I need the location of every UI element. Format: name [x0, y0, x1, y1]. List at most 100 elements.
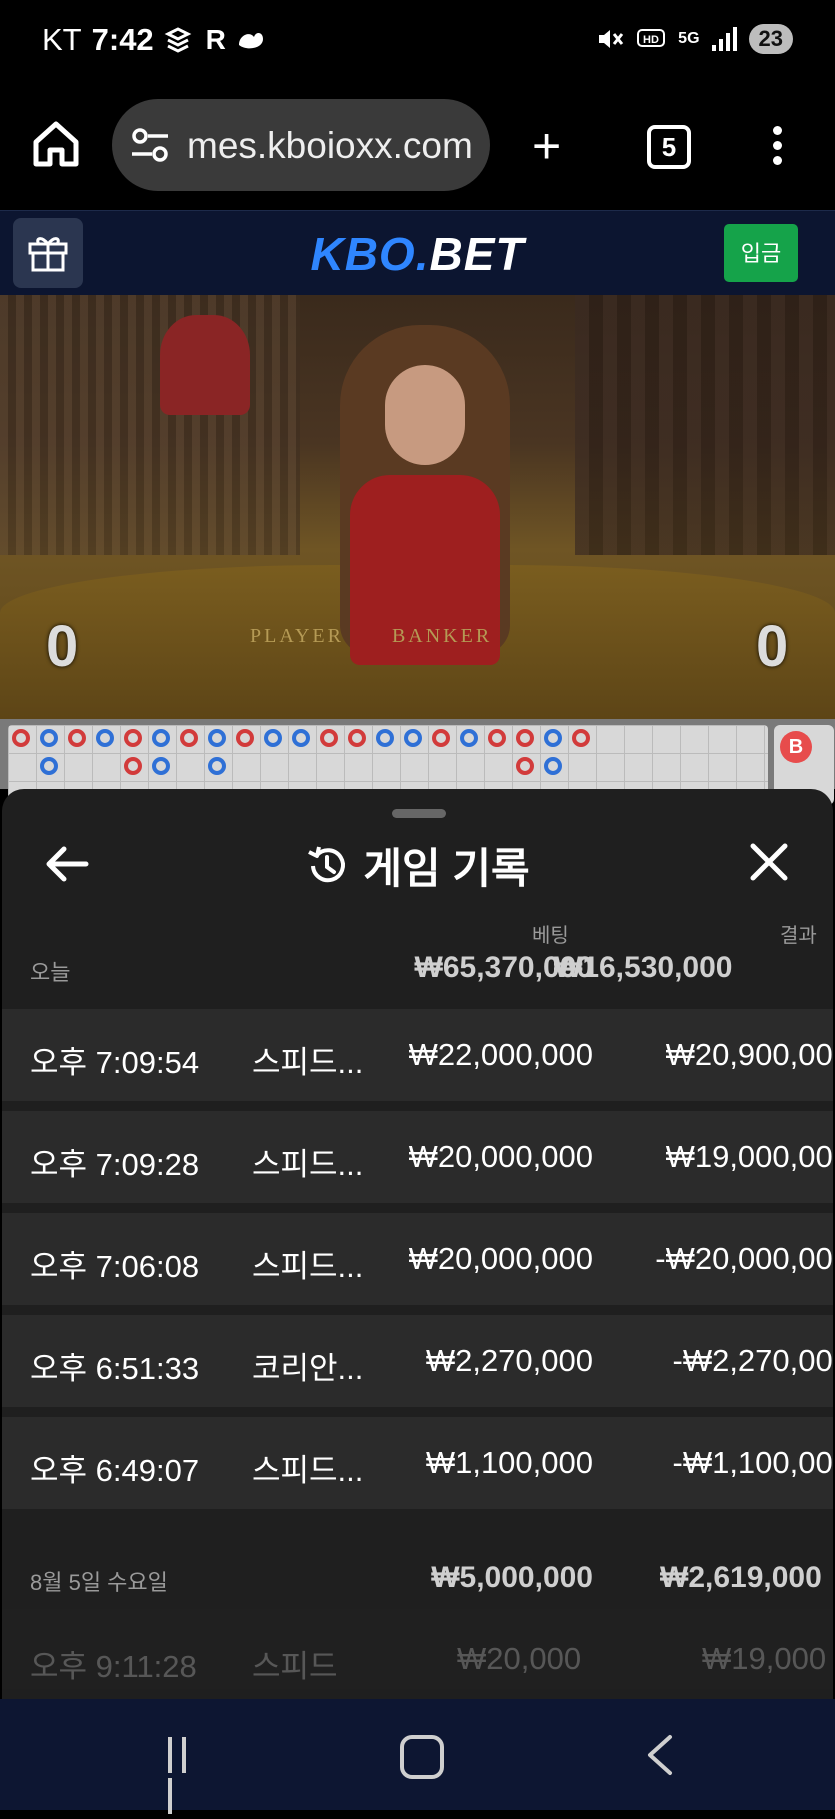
bead — [208, 757, 226, 775]
background-decor — [0, 295, 300, 555]
row-time: 오후 6:49:07 — [30, 1453, 200, 1488]
bead — [124, 729, 142, 747]
row-result: ₩20,900,000 — [665, 1037, 833, 1072]
bead — [208, 729, 226, 747]
row-game: 스피드 — [252, 1649, 338, 1684]
banker-chip: B — [780, 731, 812, 763]
bead — [572, 729, 590, 747]
bead — [124, 757, 142, 775]
row-game: 스피드... — [252, 1147, 364, 1182]
bead — [68, 729, 86, 747]
clock: 7:42 — [91, 22, 154, 57]
player-score: 0 — [46, 614, 79, 679]
sheet-header: 게임 기록 — [2, 835, 833, 896]
row-time: 오후 7:09:28 — [30, 1147, 200, 1182]
site-settings-icon[interactable] — [130, 127, 170, 163]
section-header: 8월 5일 수요일 ₩5,000,000 ₩2,619,000 — [2, 1549, 833, 1609]
bead — [12, 729, 30, 747]
history-row[interactable]: 오후 6:49:07 스피드... ₩1,100,000 -₩1,100,000 — [2, 1417, 833, 1509]
history-icon — [308, 846, 346, 882]
sheet-title: 게임 기록 — [363, 845, 530, 892]
bead — [348, 729, 366, 747]
row-result: -₩20,000,000 — [655, 1241, 833, 1276]
svg-text:HD: HD — [643, 34, 659, 46]
logo-bet: BET — [429, 228, 525, 280]
deposit-button[interactable]: 입금 — [724, 224, 798, 282]
url-text: mes.kboioxx.com — [187, 125, 473, 166]
stack-notification-icon — [164, 27, 192, 53]
more-vert-icon[interactable] — [770, 126, 786, 171]
site-logo[interactable]: KBO.BET — [0, 227, 835, 281]
bead — [40, 757, 58, 775]
browser-toolbar: mes.kboioxx.com + 5 — [0, 86, 835, 210]
roadmap-strip: B — [0, 719, 835, 805]
signal-icon — [711, 27, 737, 51]
dealer — [320, 315, 530, 665]
address-bar[interactable]: mes.kboioxx.com — [112, 99, 490, 191]
row-game: 스피드... — [252, 1249, 364, 1284]
bead — [292, 729, 310, 747]
network-type: 5G — [678, 30, 700, 47]
close-icon[interactable] — [746, 839, 792, 885]
bead — [516, 757, 534, 775]
home-icon[interactable] — [30, 118, 82, 170]
recent-apps-icon[interactable] — [168, 1737, 208, 1814]
nav-home-icon[interactable] — [400, 1735, 444, 1779]
bead — [40, 729, 58, 747]
status-right: HD 5G 23 — [596, 24, 793, 54]
row-bet: ₩20,000 — [457, 1641, 582, 1676]
history-row[interactable]: 오후 7:09:54 스피드... ₩22,000,000 ₩20,900,00… — [2, 1009, 833, 1101]
game-history-sheet: 게임 기록 베팅 결과 오늘 ₩65,370,000 ₩16,530,000 오… — [2, 789, 833, 1699]
nav-back-icon[interactable] — [640, 1733, 680, 1777]
bead — [516, 729, 534, 747]
bead — [544, 757, 562, 775]
section-result-total: ₩16,530,000 — [554, 951, 733, 984]
battery-level: 23 — [748, 24, 793, 54]
carrier-label: KT — [42, 22, 82, 57]
bead — [180, 729, 198, 747]
flame-notification-icon — [238, 33, 263, 49]
banker-score: 0 — [756, 614, 789, 679]
bead — [404, 729, 422, 747]
drag-handle[interactable] — [392, 809, 446, 818]
bead — [152, 757, 170, 775]
logo-dot: . — [415, 228, 430, 280]
history-row[interactable]: 오후 6:51:33 코리안... ₩2,270,000 -₩2,270,000 — [2, 1315, 833, 1407]
history-row[interactable]: 오후 7:06:08 스피드... ₩20,000,000 -₩20,000,0… — [2, 1213, 833, 1305]
history-row-partial[interactable]: 오후 9:11:28 스피드 ₩20,000 ₩19,000 — [2, 1609, 833, 1689]
bead — [376, 729, 394, 747]
section-bet-total: ₩5,000,000 — [431, 1561, 593, 1594]
site-header: KBO.BET 입금 — [0, 210, 835, 295]
section-header: 오늘 ₩65,370,000 ₩16,530,000 — [2, 939, 833, 999]
bead — [432, 729, 450, 747]
bead — [236, 729, 254, 747]
live-video-stream[interactable]: PLAYER BANKER 0 0 — [0, 295, 835, 719]
section-result-total: ₩2,619,000 — [660, 1561, 822, 1594]
history-row[interactable]: 오후 7:09:28 스피드... ₩20,000,000 ₩19,000,00… — [2, 1111, 833, 1203]
bead — [264, 729, 282, 747]
hd-voice-icon: HD — [637, 29, 666, 47]
row-result: ₩19,000,000 — [665, 1139, 833, 1174]
bead — [96, 729, 114, 747]
row-result: -₩2,270,000 — [672, 1343, 834, 1378]
row-time: 오후 9:11:28 — [30, 1649, 197, 1684]
table-felt-text: PLAYER BANKER — [250, 625, 493, 647]
tab-switcher-button[interactable]: 5 — [647, 125, 691, 169]
row-time: 오후 7:09:54 — [30, 1045, 200, 1080]
system-nav-bar — [0, 1699, 835, 1814]
bead — [152, 729, 170, 747]
section-date: 오늘 — [30, 960, 71, 985]
row-time: 오후 6:51:33 — [30, 1351, 200, 1386]
row-result: ₩19,000 — [702, 1641, 827, 1676]
section-date: 8월 5일 수요일 — [30, 1570, 168, 1595]
new-tab-icon[interactable]: + — [532, 121, 561, 171]
row-time: 오후 7:06:08 — [30, 1249, 200, 1284]
r-notification-icon: R — [205, 24, 226, 55]
logo-kbo: KBO — [310, 228, 416, 280]
bead — [488, 729, 506, 747]
status-left: KT 7:42 R — [42, 22, 266, 58]
mute-icon — [599, 30, 624, 48]
bead — [544, 729, 562, 747]
background-curtain — [575, 295, 835, 555]
row-result: -₩1,100,000 — [672, 1445, 834, 1480]
